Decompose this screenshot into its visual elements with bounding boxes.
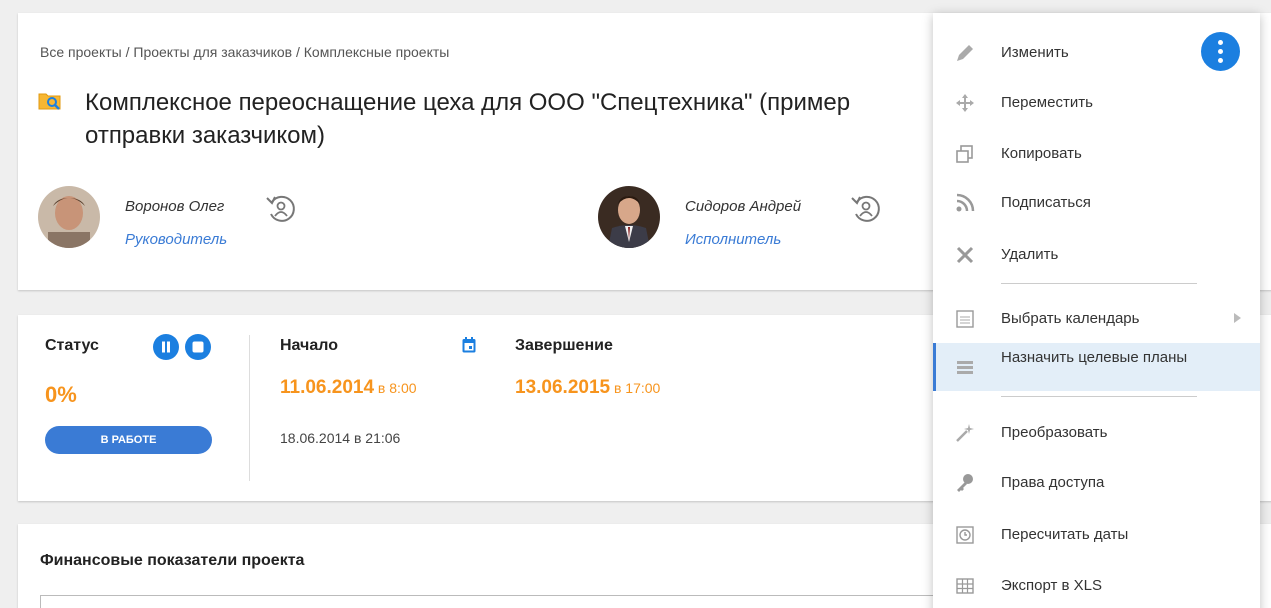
person-name: Сидоров Андрей bbox=[685, 198, 802, 215]
clock-icon bbox=[956, 526, 974, 544]
menu-separator bbox=[1001, 396, 1197, 397]
menu-item-delete[interactable]: Удалить bbox=[933, 231, 1260, 279]
menu-item-label: Копировать bbox=[1001, 145, 1082, 162]
end-date: 13.06.2015 в 17:00 bbox=[515, 377, 660, 399]
close-icon bbox=[956, 246, 974, 264]
status-label: Статус bbox=[45, 337, 99, 354]
reassign-user-icon[interactable] bbox=[264, 192, 298, 226]
table-icon bbox=[956, 578, 974, 594]
menu-item-assign-baselines[interactable]: Назначить целевые планы bbox=[933, 343, 1260, 391]
menu-item-label: Назначить целевые планы bbox=[1001, 349, 1188, 366]
menu-item-label: Изменить bbox=[1001, 44, 1069, 61]
menu-item-label: Выбрать календарь bbox=[1001, 310, 1140, 327]
breadcrumb-separator: / bbox=[121, 44, 134, 60]
pause-icon bbox=[162, 341, 170, 353]
person-role-link[interactable]: Руководитель bbox=[125, 231, 227, 248]
page-title: Комплексное переоснащение цеха для ООО "… bbox=[85, 89, 851, 149]
menu-item-label: Преобразовать bbox=[1001, 424, 1108, 441]
breadcrumb-customer-projects[interactable]: Проекты для заказчиков bbox=[133, 44, 292, 60]
baseline-icon bbox=[957, 361, 973, 374]
menu-item-label: Экспорт в XLS bbox=[1001, 577, 1103, 594]
reassign-user-icon[interactable] bbox=[849, 192, 883, 226]
menu-item-label: Права доступа bbox=[1001, 474, 1105, 491]
created-date: 18.06.2014 в 21:06 bbox=[280, 430, 401, 446]
person-name: Воронов Олег bbox=[125, 198, 225, 215]
menu-item-move[interactable]: Переместить bbox=[933, 79, 1260, 127]
rss-icon bbox=[956, 193, 975, 212]
breadcrumb-all-projects[interactable]: Все проекты bbox=[40, 44, 122, 60]
status-badge[interactable]: В РАБОТЕ bbox=[45, 426, 212, 454]
progress-percent: 0% bbox=[45, 382, 77, 407]
move-icon bbox=[956, 94, 974, 112]
stop-icon bbox=[192, 341, 204, 353]
menu-item-label: Подписаться bbox=[1001, 194, 1091, 211]
start-label: Начало bbox=[280, 337, 338, 354]
breadcrumb: Все проекты / Проекты для заказчиков / К… bbox=[40, 44, 449, 60]
actions-menu: Изменить Переместить Копировать Подписат… bbox=[933, 13, 1260, 608]
divider bbox=[249, 335, 250, 481]
calendar-icon bbox=[956, 310, 974, 328]
breadcrumb-separator: / bbox=[292, 44, 304, 60]
menu-item-export-xls[interactable]: Экспорт в XLS bbox=[933, 562, 1260, 608]
menu-item-choose-calendar[interactable]: Выбрать календарь bbox=[933, 295, 1260, 343]
start-date: 11.06.2014 в 8:00 bbox=[280, 377, 417, 399]
menu-item-copy[interactable]: Копировать bbox=[933, 130, 1260, 178]
end-time-value: в 17:00 bbox=[610, 380, 661, 396]
menu-item-access-rights[interactable]: Права доступа bbox=[933, 459, 1260, 507]
menu-item-convert[interactable]: Преобразовать bbox=[933, 409, 1260, 457]
pause-button[interactable] bbox=[153, 334, 179, 360]
person-role-link[interactable]: Исполнитель bbox=[685, 231, 781, 248]
menu-item-subscribe[interactable]: Подписаться bbox=[933, 179, 1260, 227]
menu-item-label: Пересчитать даты bbox=[1001, 526, 1129, 543]
menu-item-label: Переместить bbox=[1001, 94, 1093, 111]
start-date-value: 11.06.2014 bbox=[280, 377, 375, 398]
finance-table bbox=[40, 595, 1040, 608]
copy-icon bbox=[956, 145, 973, 163]
finance-title: Финансовые показатели проекта bbox=[40, 552, 305, 569]
breadcrumb-complex-projects[interactable]: Комплексные проекты bbox=[304, 44, 450, 60]
project-folder-icon bbox=[38, 93, 61, 110]
calendar-icon[interactable] bbox=[462, 337, 476, 353]
key-icon bbox=[957, 474, 973, 492]
menu-separator bbox=[1001, 283, 1197, 284]
stop-button[interactable] bbox=[185, 334, 211, 360]
menu-item-recalculate-dates[interactable]: Пересчитать даты bbox=[933, 511, 1260, 559]
avatar bbox=[598, 186, 660, 248]
pencil-icon bbox=[957, 45, 973, 61]
end-label: Завершение bbox=[515, 337, 613, 354]
menu-item-label: Удалить bbox=[1001, 246, 1059, 263]
end-date-value: 13.06.2015 bbox=[515, 377, 611, 398]
magic-wand-icon bbox=[956, 424, 974, 442]
avatar bbox=[38, 186, 100, 248]
start-time-value: в 8:00 bbox=[374, 380, 417, 396]
menu-item-edit[interactable]: Изменить bbox=[933, 29, 1260, 77]
submenu-arrow-icon bbox=[1234, 313, 1241, 323]
